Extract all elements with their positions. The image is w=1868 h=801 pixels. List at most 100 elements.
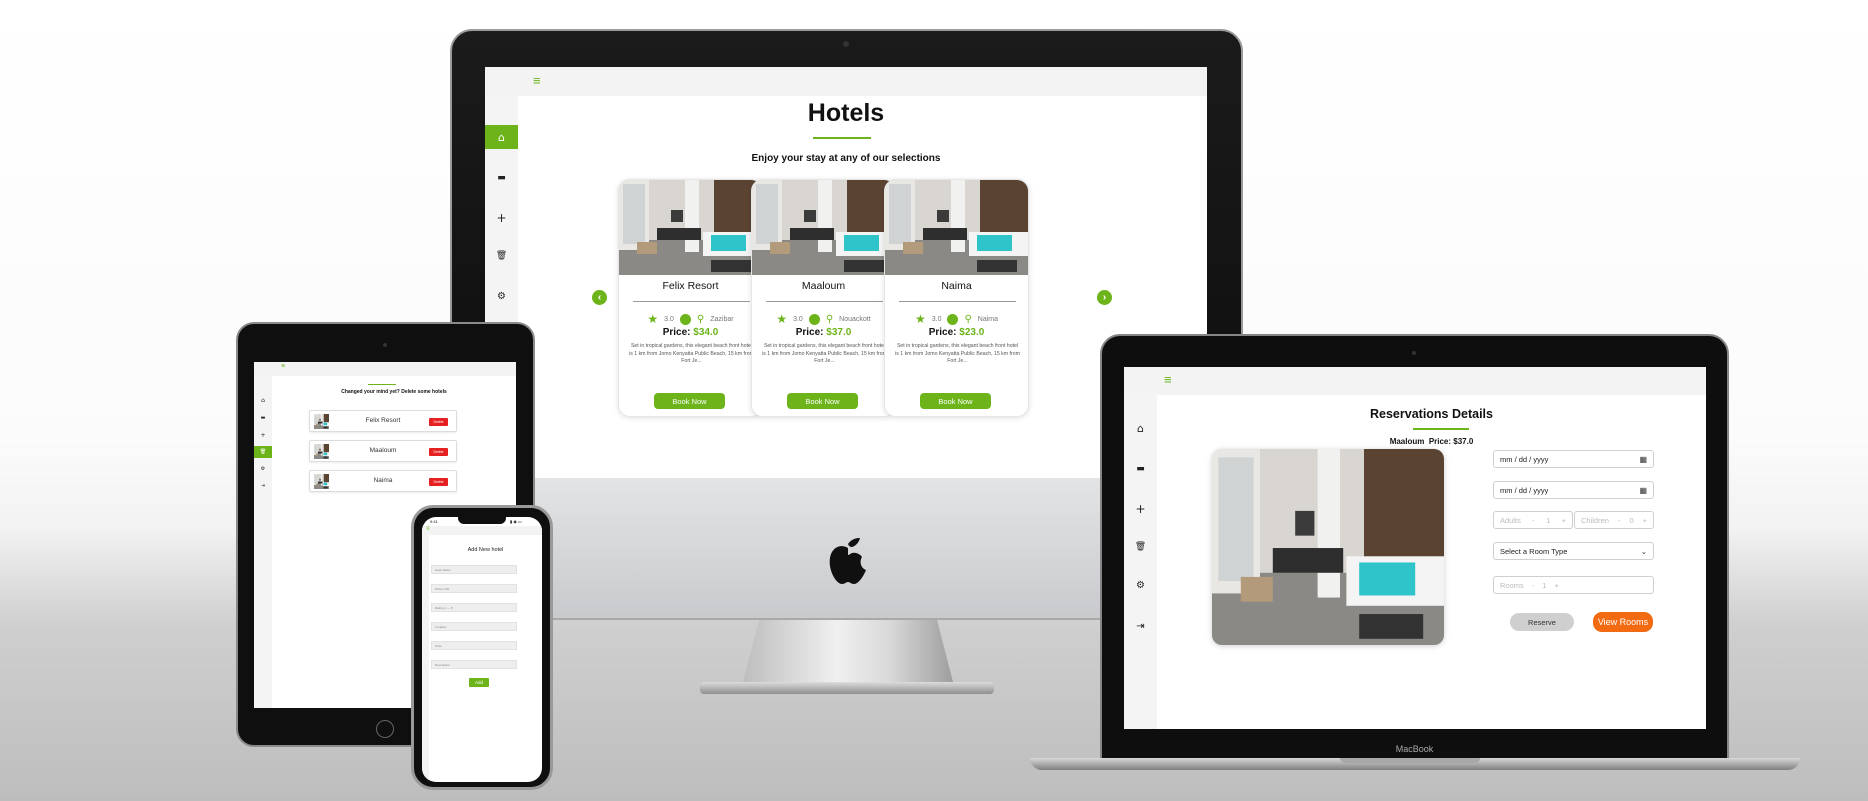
sidebar-trash-icon[interactable]: 🗑 — [254, 446, 272, 458]
sidebar-plus-icon[interactable]: + — [254, 430, 272, 440]
hamburger-menu-icon[interactable]: ≡ — [426, 526, 430, 532]
sidebar-logout-icon[interactable]: ⇥ — [254, 481, 272, 491]
delete-button[interactable]: Delete — [429, 478, 448, 486]
hotel-rating: 3.0 — [931, 315, 942, 323]
hotel-photo — [619, 180, 763, 275]
book-now-button[interactable]: Book Now — [920, 393, 991, 409]
sidebar-logout-icon[interactable]: ⇥ — [1124, 617, 1157, 635]
star-icon: ★ — [914, 312, 926, 326]
hotel-location: Naima — [977, 315, 999, 323]
room-type-select[interactable]: Select a Room Type ⌄ — [1493, 542, 1654, 560]
hotel-meta: ★ 3.0 ⚲ Zazibar — [619, 312, 762, 326]
sidebar-trash-icon[interactable]: 🗑 — [485, 244, 518, 268]
title-underline — [1413, 428, 1469, 430]
page-title: Hotels — [807, 99, 885, 127]
sidebar-bed-icon[interactable]: ▬ — [254, 413, 272, 423]
hamburger-menu-icon[interactable]: ≡ — [533, 73, 541, 88]
sidebar-home-icon[interactable]: ⌂ — [485, 125, 518, 149]
check-in-date-input[interactable]: mm / dd / yyyy ▦ — [1493, 450, 1654, 468]
hamburger-menu-icon[interactable]: ≡ — [281, 363, 285, 370]
decrement-button[interactable]: - — [1532, 581, 1535, 590]
hotel-name: Maaloum — [1389, 437, 1425, 446]
sidebar-settings-icon[interactable]: ⚙ — [485, 284, 518, 308]
price-input[interactable]: Price — [431, 641, 517, 650]
increment-button[interactable]: + — [1643, 516, 1647, 525]
tablet-camera — [383, 343, 387, 347]
macbook-brand: MacBook — [1395, 744, 1434, 754]
price-label: Price: — [662, 327, 691, 338]
book-now-button[interactable]: Book Now — [787, 393, 858, 409]
hotel-meta: ★ 3.0 ⚲ Naima — [885, 312, 1028, 326]
location-pin-icon: ⚲ — [696, 313, 705, 325]
heading-underline — [368, 384, 396, 385]
delete-button[interactable]: Delete — [429, 418, 448, 426]
photo-url-input[interactable]: Photo URL — [431, 584, 517, 593]
app-sidebar: ⌂ ▬ + 🗑 ⚙ ⇥ — [1124, 395, 1157, 729]
phone-screen: 9:41 ▮ ◉ ▭ ≡ Add New hotel Hotel Name Ph… — [422, 517, 542, 782]
hotel-location: Zazibar — [710, 315, 734, 323]
price-value: $34.0 — [693, 327, 719, 338]
app-sidebar: ⌂ ▬ + 🗑 ⚙ ⇥ — [254, 376, 272, 708]
hotel-name-input[interactable]: Hotel Name — [431, 565, 517, 574]
hotel-card[interactable]: Felix Resort ★ 3.0 ⚲ Zazibar Price: $34.… — [618, 179, 763, 417]
check-out-date-input[interactable]: mm / dd / yyyy ▦ — [1493, 481, 1654, 499]
hotel-card[interactable]: Maaloum ★ 3.0 ⚲ Nouackott Price: $37.0 S… — [751, 179, 896, 417]
imac-stand-base — [700, 682, 994, 694]
adults-stepper[interactable]: Adults - 1 + — [1493, 511, 1573, 529]
sidebar-settings-icon[interactable]: ⚙ — [254, 464, 272, 474]
book-now-button[interactable]: Book Now — [654, 393, 725, 409]
imac-stand — [742, 620, 954, 686]
location-input[interactable]: Location — [431, 622, 517, 631]
page-subtitle: Enjoy your stay at any of our selections — [751, 153, 941, 164]
hotel-meta: ★ 3.0 ⚲ Nouackott — [752, 312, 895, 326]
location-pin-icon: ⚲ — [964, 313, 972, 325]
hotel-row: Naima Delete — [309, 470, 457, 492]
card-divider — [899, 301, 1016, 302]
decrement-button[interactable]: - — [1532, 516, 1535, 525]
price-value: $23.0 — [959, 327, 985, 338]
delete-button[interactable]: Delete — [429, 448, 448, 456]
rating-input[interactable]: Rating 1 — 5 — [431, 603, 517, 612]
children-stepper[interactable]: Children - 0 + — [1574, 511, 1654, 529]
sidebar-bed-icon[interactable]: ▬ — [485, 166, 518, 190]
hamburger-menu-icon[interactable]: ≡ — [1164, 372, 1172, 387]
hotel-card[interactable]: Naima ★ 3.0 ⚲ Naima Price: $23.0 Set in … — [884, 179, 1029, 417]
sidebar-plus-icon[interactable]: + — [1124, 500, 1157, 518]
hotel-photo — [885, 180, 1029, 275]
increment-button[interactable]: + — [1554, 581, 1558, 590]
sidebar-plus-icon[interactable]: + — [485, 206, 518, 230]
sidebar-trash-icon[interactable]: 🗑 — [1124, 538, 1157, 556]
price-label: Price: — [928, 327, 957, 338]
star-icon: ★ — [776, 312, 788, 326]
phone-notch — [458, 517, 506, 524]
sidebar-home-icon[interactable]: ⌂ — [1124, 419, 1157, 437]
tablet-home-button — [376, 720, 394, 738]
sidebar-home-icon[interactable]: ⌂ — [254, 395, 272, 405]
macbook-camera — [1412, 351, 1416, 355]
delete-heading: Changed your mind yet? Delete some hotel… — [341, 389, 447, 395]
hotel-row: Maaloum Delete — [309, 440, 457, 462]
sidebar-bed-icon[interactable]: ▬ — [1124, 460, 1157, 478]
rooms-stepper[interactable]: Rooms - 1 + — [1493, 576, 1654, 594]
description-input[interactable]: Description — [431, 660, 517, 669]
imac-screen: ≡ ⌂ ▬ + 🗑 ⚙ Hotels Enjoy your stay at an… — [485, 67, 1207, 478]
decrement-button[interactable]: - — [1618, 516, 1621, 525]
carousel-next-button[interactable]: › — [1097, 290, 1112, 305]
hotel-location: Nouackott — [839, 315, 871, 323]
status-dot-icon — [947, 313, 959, 325]
add-button[interactable]: Add — [469, 678, 489, 687]
app-topbar: ≡ — [1124, 367, 1706, 395]
price-value: $37.0 — [1453, 437, 1474, 446]
app-topbar: ≡ — [422, 526, 542, 535]
carousel-prev-button[interactable]: ‹ — [592, 290, 607, 305]
rooms-value: 1 — [1542, 580, 1547, 590]
app-sidebar — [422, 535, 429, 782]
star-icon: ★ — [647, 312, 659, 326]
hotel-name: Naima — [941, 280, 972, 292]
sidebar-settings-icon[interactable]: ⚙ — [1124, 576, 1157, 594]
view-rooms-button[interactable]: View Rooms — [1593, 612, 1653, 632]
hotel-summary: Maaloum Price: $37.0 — [1157, 437, 1706, 446]
increment-button[interactable]: + — [1562, 516, 1566, 525]
location-pin-icon: ⚲ — [825, 313, 834, 325]
reserve-button[interactable]: Reserve — [1510, 613, 1574, 631]
